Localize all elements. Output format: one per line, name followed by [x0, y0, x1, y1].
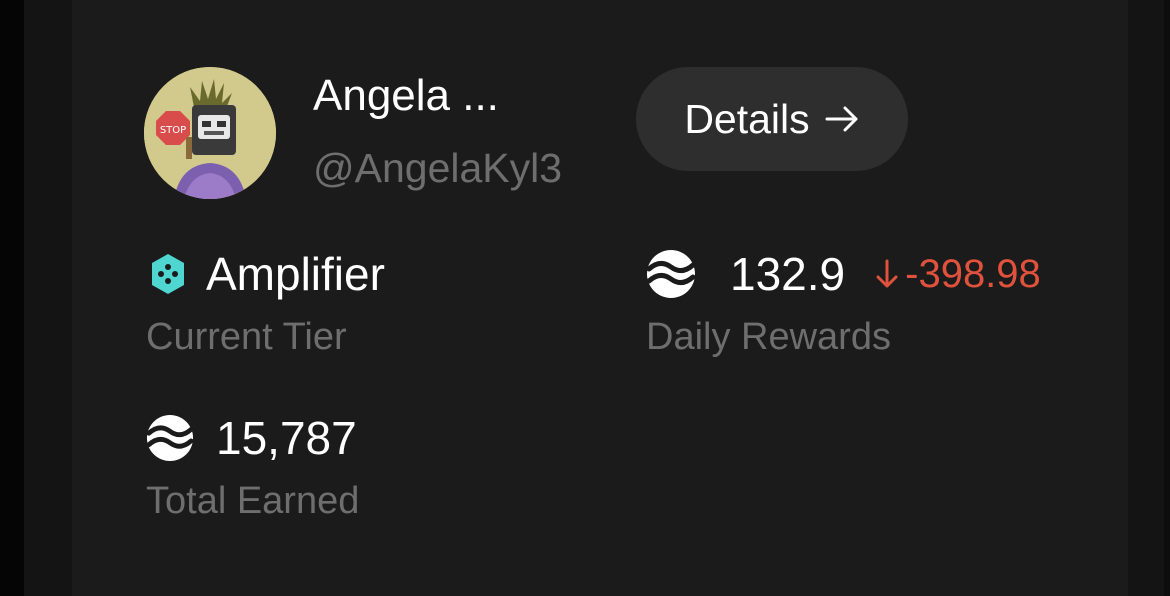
total-earned-label: Total Earned	[146, 480, 360, 522]
daily-rewards-delta: -398.98	[875, 252, 1041, 297]
arrow-down-icon	[875, 258, 899, 290]
daily-rewards-delta-value: -398.98	[905, 251, 1041, 296]
details-button[interactable]: Details	[636, 67, 908, 171]
token-wave-icon	[646, 249, 696, 299]
profile-handle: @AngelaKyl3	[313, 145, 563, 191]
daily-rewards-label: Daily Rewards	[646, 316, 891, 358]
details-button-label: Details	[684, 95, 810, 142]
left-edge	[0, 0, 24, 596]
tier-value: Amplifier	[206, 248, 385, 300]
daily-rewards-value: 132.9	[730, 248, 846, 300]
total-earned-value: 15,787	[216, 412, 357, 464]
tier-stat: Amplifier Current Tier	[146, 246, 385, 360]
svg-text:STOP: STOP	[160, 125, 186, 136]
token-wave-icon	[146, 414, 194, 462]
arrow-right-icon	[824, 104, 860, 134]
tier-diamond-icon	[146, 252, 190, 296]
profile-name: Angela ...	[313, 71, 499, 120]
avatar-image: STOP	[144, 67, 276, 199]
daily-rewards-stat: 132.9 -398.98 Daily Rewards	[646, 246, 1041, 360]
total-earned-stat: 15,787 Total Earned	[146, 410, 359, 524]
tier-label: Current Tier	[146, 316, 347, 358]
avatar[interactable]: STOP	[144, 67, 276, 199]
